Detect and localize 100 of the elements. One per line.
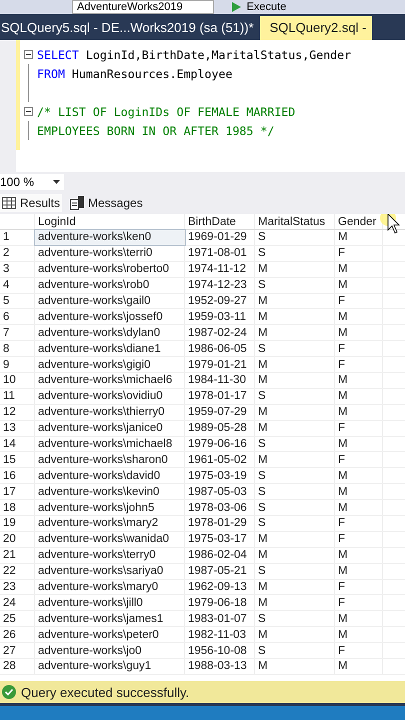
table-cell: adventure-works\kevin0 bbox=[35, 484, 185, 500]
table-cell: 1975-03-19 bbox=[185, 468, 255, 484]
results-tab[interactable]: Messages bbox=[68, 194, 145, 212]
table-cell: F bbox=[335, 420, 383, 436]
table-cell: M bbox=[335, 468, 383, 484]
row-number: 10 bbox=[0, 373, 35, 388]
code-line: /* LIST OF LoginIDs OF FEMALE MARRIED bbox=[37, 104, 296, 118]
table-cell: 1979-06-18 bbox=[185, 595, 255, 610]
table-cell: 1989-05-28 bbox=[185, 420, 255, 436]
table-cell: adventure-works\jossef0 bbox=[35, 309, 185, 324]
table-cell: F bbox=[335, 532, 383, 547]
table-cell: adventure-works\jill0 bbox=[35, 595, 185, 610]
table-cell: M bbox=[335, 309, 383, 324]
code-line: FROM HumanResources.Employee bbox=[37, 66, 232, 80]
table-cell: 1978-03-06 bbox=[185, 500, 255, 516]
table-cell: M bbox=[335, 564, 383, 579]
code-line: SELECT LoginId,BirthDate,MaritalStatus,Gender bbox=[37, 48, 352, 62]
table-cell: adventure-works\mary0 bbox=[35, 580, 185, 594]
table-cell: M bbox=[335, 500, 383, 516]
row-number: 27 bbox=[0, 643, 35, 658]
table-cell: F bbox=[335, 341, 383, 356]
table-cell: F bbox=[335, 357, 383, 372]
table-cell: M bbox=[255, 357, 335, 372]
table-cell: M bbox=[335, 262, 383, 277]
table-cell: F bbox=[335, 643, 383, 658]
code-line: EMPLOYEES BORN IN OR AFTER 1985 */ bbox=[37, 124, 274, 138]
check-icon bbox=[2, 685, 16, 699]
row-number: 7 bbox=[0, 325, 35, 340]
table-cell: 1979-01-21 bbox=[185, 357, 255, 372]
play-icon bbox=[232, 2, 241, 12]
table-cell: M bbox=[255, 309, 335, 324]
table-cell: adventure-works\jo0 bbox=[35, 643, 185, 658]
table-cell: 1978-01-17 bbox=[185, 388, 255, 404]
collapse-icon[interactable] bbox=[24, 50, 33, 59]
table-cell: M bbox=[335, 404, 383, 420]
table-cell: 1988-03-13 bbox=[185, 659, 255, 674]
row-number: 28 bbox=[0, 659, 35, 674]
zoom-dropdown[interactable]: 100 % bbox=[0, 174, 64, 190]
table-cell: adventure-works\gail0 bbox=[35, 294, 185, 308]
row-number: 22 bbox=[0, 564, 35, 579]
status-message: Query executed successfully. bbox=[21, 684, 190, 700]
table-cell: adventure-works\rob0 bbox=[35, 278, 185, 293]
table-cell: 1961-05-02 bbox=[185, 452, 255, 468]
row-number: 26 bbox=[0, 627, 35, 642]
table-cell: 1979-06-16 bbox=[185, 436, 255, 452]
table-cell: adventure-works\peter0 bbox=[35, 627, 185, 642]
column-header[interactable]: MaritalStatus bbox=[255, 214, 335, 229]
table-cell: adventure-works\guy1 bbox=[35, 659, 185, 674]
execute-button[interactable]: Execute bbox=[232, 1, 286, 13]
row-number: 18 bbox=[0, 500, 35, 516]
table-cell: S bbox=[255, 341, 335, 356]
document-tab[interactable]: SQLQuery2.sql - bbox=[260, 16, 372, 40]
table-cell: S bbox=[255, 388, 335, 404]
table-cell: F bbox=[335, 516, 383, 531]
table-cell: 1986-06-05 bbox=[185, 341, 255, 356]
table-cell: M bbox=[255, 595, 335, 610]
table-cell: 1984-11-30 bbox=[185, 373, 255, 388]
document-tab[interactable]: SQLQuery5.sql - DE...Works2019 (sa (51))* bbox=[0, 16, 260, 40]
collapse-icon[interactable] bbox=[24, 107, 33, 116]
table-cell: S bbox=[255, 230, 335, 245]
row-number: 5 bbox=[0, 294, 35, 308]
table-cell: adventure-works\terry0 bbox=[35, 548, 185, 563]
table-cell: M bbox=[335, 548, 383, 563]
table-cell: M bbox=[255, 373, 335, 388]
document-icon bbox=[70, 196, 84, 210]
table-cell: M bbox=[335, 436, 383, 452]
table-cell: F bbox=[335, 452, 383, 468]
results-tab[interactable]: Results bbox=[0, 194, 62, 212]
table-cell: 1983-01-07 bbox=[185, 611, 255, 626]
table-cell: S bbox=[255, 436, 335, 452]
table-cell: M bbox=[335, 659, 383, 674]
table-cell: M bbox=[335, 373, 383, 388]
table-cell: adventure-works\michael8 bbox=[35, 436, 185, 452]
grid-icon bbox=[2, 197, 16, 209]
row-number: 23 bbox=[0, 580, 35, 594]
table-cell: 1962-09-13 bbox=[185, 580, 255, 594]
table-cell: M bbox=[335, 627, 383, 642]
table-cell: F bbox=[335, 595, 383, 610]
row-number: 16 bbox=[0, 468, 35, 484]
table-cell: S bbox=[255, 643, 335, 658]
table-cell: adventure-works\roberto0 bbox=[35, 262, 185, 277]
table-cell: 1974-11-12 bbox=[185, 262, 255, 277]
table-cell: M bbox=[255, 404, 335, 420]
row-number: 11 bbox=[0, 388, 35, 404]
table-cell: 1969-01-29 bbox=[185, 230, 255, 245]
table-cell: adventure-works\terri0 bbox=[35, 246, 185, 261]
row-number: 15 bbox=[0, 452, 35, 468]
table-cell: M bbox=[255, 325, 335, 340]
table-cell: M bbox=[255, 420, 335, 436]
table-cell: F bbox=[335, 246, 383, 261]
table-cell: adventure-works\dylan0 bbox=[35, 325, 185, 340]
database-dropdown[interactable]: AdventureWorks2019 bbox=[72, 0, 214, 14]
table-cell: 1974-12-23 bbox=[185, 278, 255, 293]
table-cell: 1982-11-03 bbox=[185, 627, 255, 642]
table-cell: M bbox=[255, 580, 335, 594]
table-cell: adventure-works\ken0 bbox=[35, 230, 185, 245]
table-cell: adventure-works\sariya0 bbox=[35, 564, 185, 579]
caret-icon bbox=[53, 180, 60, 184]
row-number: 17 bbox=[0, 484, 35, 500]
table-cell: adventure-works\thierry0 bbox=[35, 404, 185, 420]
